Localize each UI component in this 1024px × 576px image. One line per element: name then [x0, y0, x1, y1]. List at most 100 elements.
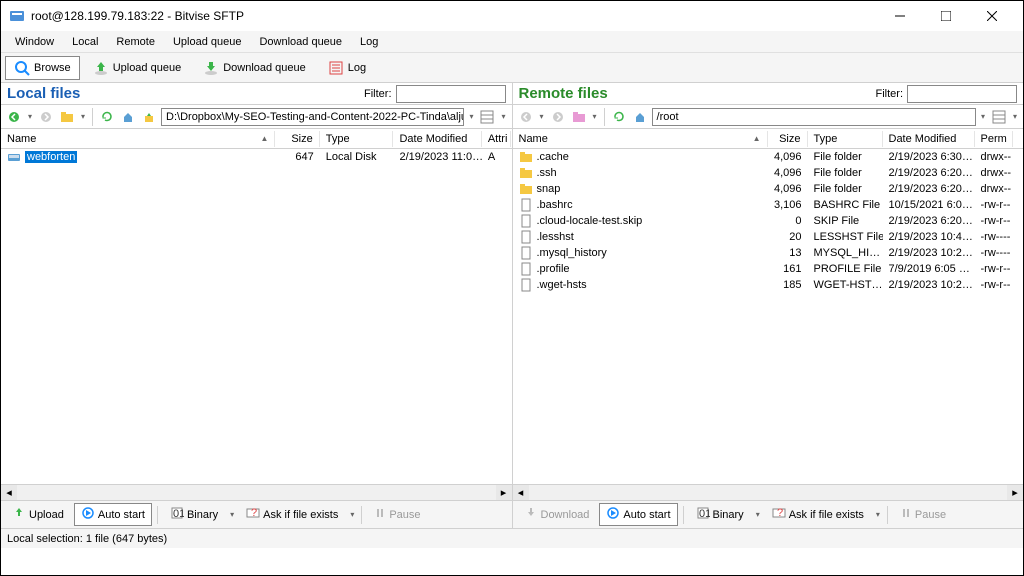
list-item[interactable]: .mysql_history13MYSQL_HI…2/19/2023 10:2……: [513, 245, 1024, 261]
local-col-attr[interactable]: Attri: [482, 131, 512, 147]
list-item[interactable]: .ssh4,096File folder2/19/2023 6:20…drwx-…: [513, 165, 1024, 181]
svg-text:?: ?: [777, 507, 783, 519]
local-col-type[interactable]: Type: [320, 131, 394, 147]
svg-text:?: ?: [251, 507, 257, 519]
remote-path-dropdown[interactable]: ▾: [979, 112, 987, 121]
local-col-size[interactable]: Size: [275, 131, 319, 147]
list-item[interactable]: .cache4,096File folder2/19/2023 6:30…drw…: [513, 149, 1024, 165]
local-back-dropdown[interactable]: ▾: [26, 112, 34, 121]
local-col-name[interactable]: Name▲: [1, 131, 275, 147]
autostart-icon: [606, 506, 620, 523]
upload-queue-label: Upload queue: [113, 62, 182, 74]
browse-button[interactable]: Browse: [5, 56, 80, 80]
browse-label: Browse: [34, 62, 71, 74]
local-forward-button[interactable]: [37, 108, 55, 126]
local-up-button[interactable]: [140, 108, 158, 126]
local-h-scrollbar[interactable]: ◂ ▸: [1, 484, 512, 500]
local-autostart-button[interactable]: Auto start: [74, 503, 152, 526]
app-icon: [9, 8, 25, 24]
remote-col-size[interactable]: Size: [768, 131, 808, 147]
remote-download-button[interactable]: Download: [517, 503, 597, 526]
remote-folder-dropdown[interactable]: ▾: [591, 112, 599, 121]
download-icon: [524, 506, 538, 523]
remote-col-type[interactable]: Type: [808, 131, 883, 147]
close-button[interactable]: [969, 1, 1015, 31]
menu-window[interactable]: Window: [7, 33, 62, 51]
list-item[interactable]: .bashrc3,106BASHRC File10/15/2021 6:0…-r…: [513, 197, 1024, 213]
pause-icon: [900, 507, 912, 522]
maximize-button[interactable]: [923, 1, 969, 31]
remote-col-date[interactable]: Date Modified: [883, 131, 975, 147]
local-view-dropdown[interactable]: ▾: [499, 112, 507, 121]
list-item[interactable]: .wget-hsts185WGET-HST…2/19/2023 10:2…-rw…: [513, 277, 1024, 293]
scroll-left-icon[interactable]: ◂: [513, 485, 529, 501]
list-item[interactable]: snap4,096File folder2/19/2023 6:20…drwx-…: [513, 181, 1024, 197]
local-ask-button[interactable]: ? Ask if file exists: [239, 503, 345, 526]
remote-ask-dropdown[interactable]: ▾: [874, 510, 882, 519]
remote-filter-label: Filter:: [876, 88, 904, 100]
remote-refresh-button[interactable]: [610, 108, 628, 126]
scroll-right-icon[interactable]: ▸: [496, 485, 512, 501]
remote-back-dropdown[interactable]: ▾: [538, 112, 546, 121]
local-back-button[interactable]: [5, 108, 23, 126]
local-ask-dropdown[interactable]: ▾: [348, 510, 356, 519]
local-binary-dropdown[interactable]: ▾: [228, 510, 236, 519]
log-button[interactable]: Log: [319, 56, 375, 80]
binary-icon: 01: [696, 506, 710, 523]
local-file-list[interactable]: webforten647Local Disk2/19/2023 11:0…A: [1, 149, 512, 484]
remote-col-name[interactable]: Name▲: [513, 131, 768, 147]
remote-view-dropdown[interactable]: ▾: [1011, 112, 1019, 121]
local-folder-dropdown[interactable]: ▾: [79, 112, 87, 121]
remote-autostart-button[interactable]: Auto start: [599, 503, 677, 526]
local-home-button[interactable]: [119, 108, 137, 126]
sort-asc-icon: ▲: [753, 134, 761, 143]
download-queue-button[interactable]: Download queue: [194, 56, 315, 80]
scroll-right-icon[interactable]: ▸: [1007, 485, 1023, 501]
ask-icon: ?: [246, 506, 260, 523]
local-col-date[interactable]: Date Modified: [393, 131, 481, 147]
menu-download-queue[interactable]: Download queue: [251, 33, 350, 51]
binary-icon: 01: [170, 506, 184, 523]
folder-icon: [519, 182, 533, 196]
download-icon: [203, 60, 219, 76]
local-folder-button[interactable]: [58, 108, 76, 126]
remote-path-input[interactable]: /root: [652, 108, 976, 126]
remote-ask-button[interactable]: ? Ask if file exists: [765, 503, 871, 526]
local-filter-input[interactable]: [396, 85, 506, 103]
minimize-button[interactable]: [877, 1, 923, 31]
list-item[interactable]: .cloud-locale-test.skip0SKIP File2/19/20…: [513, 213, 1024, 229]
menu-log[interactable]: Log: [352, 33, 386, 51]
list-item[interactable]: .lesshst20LESSHST File2/19/2023 10:4…-rw…: [513, 229, 1024, 245]
remote-home-button[interactable]: [631, 108, 649, 126]
upload-queue-button[interactable]: Upload queue: [84, 56, 191, 80]
file-icon: [519, 278, 533, 292]
remote-back-button[interactable]: [517, 108, 535, 126]
remote-binary-dropdown[interactable]: ▾: [754, 510, 762, 519]
remote-filter-input[interactable]: [907, 85, 1017, 103]
remote-binary-button[interactable]: 01 Binary: [689, 503, 751, 526]
menu-local[interactable]: Local: [64, 33, 106, 51]
file-icon: [519, 246, 533, 260]
local-upload-button[interactable]: Upload: [5, 503, 71, 526]
list-item[interactable]: webforten647Local Disk2/19/2023 11:0…A: [1, 149, 512, 165]
log-icon: [328, 60, 344, 76]
remote-pause-button[interactable]: Pause: [893, 504, 953, 525]
status-text: Local selection: 1 file (647 bytes): [7, 533, 167, 545]
menu-upload-queue[interactable]: Upload queue: [165, 33, 250, 51]
local-view-button[interactable]: [478, 108, 496, 126]
local-path-dropdown[interactable]: ▾: [467, 112, 475, 121]
folder-icon: [519, 166, 533, 180]
remote-folder-button[interactable]: [570, 108, 588, 126]
local-refresh-button[interactable]: [98, 108, 116, 126]
remote-h-scrollbar[interactable]: ◂ ▸: [513, 484, 1024, 500]
scroll-left-icon[interactable]: ◂: [1, 485, 17, 501]
local-binary-button[interactable]: 01 Binary: [163, 503, 225, 526]
list-item[interactable]: .profile161PROFILE File7/9/2019 6:05 …-r…: [513, 261, 1024, 277]
local-path-input[interactable]: D:\Dropbox\My-SEO-Testing-and-Content-20…: [161, 108, 464, 126]
remote-view-button[interactable]: [990, 108, 1008, 126]
remote-file-list[interactable]: .cache4,096File folder2/19/2023 6:30…drw…: [513, 149, 1024, 484]
local-pause-button[interactable]: Pause: [367, 504, 427, 525]
remote-col-perm[interactable]: Perm: [975, 131, 1013, 147]
remote-forward-button[interactable]: [549, 108, 567, 126]
menu-remote[interactable]: Remote: [108, 33, 163, 51]
